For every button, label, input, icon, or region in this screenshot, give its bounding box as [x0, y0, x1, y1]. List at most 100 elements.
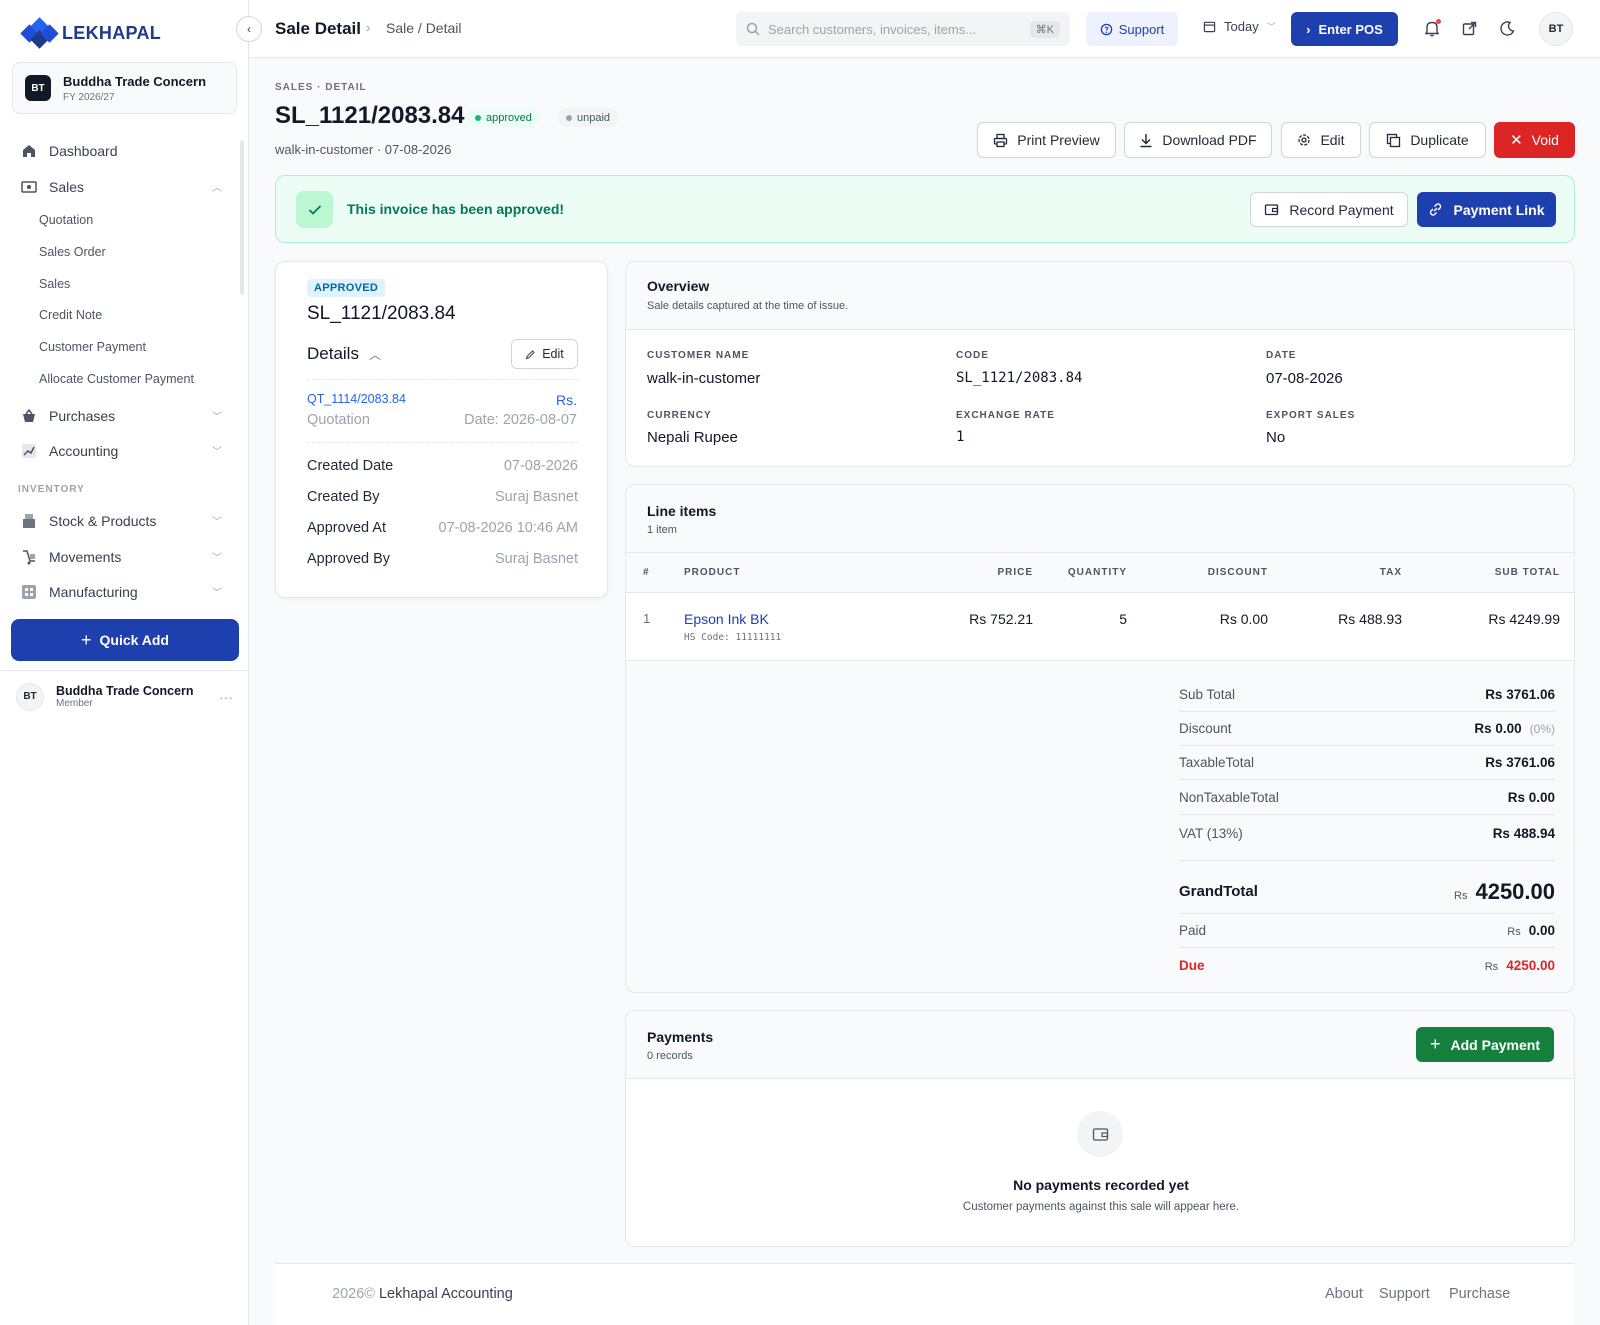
shortcut-hint: ⌘K	[1029, 20, 1060, 38]
sidebar-item-label: Purchases	[49, 407, 116, 424]
totals-label: NonTaxableTotal	[1179, 790, 1279, 805]
support-button[interactable]: Support	[1086, 12, 1178, 46]
sidebar-item-sales[interactable]: Sales ︿	[20, 178, 222, 195]
column-header: QUANTITY	[1067, 567, 1127, 578]
sidebar-item-dashboard[interactable]: Dashboard	[20, 142, 220, 159]
moon-icon[interactable]	[1497, 18, 1517, 38]
breadcrumb[interactable]: Sale / Detail	[386, 20, 461, 36]
price-cell: Rs 752.21	[969, 611, 1033, 627]
download-pdf-button[interactable]: Download PDF	[1124, 122, 1272, 158]
chart-icon	[20, 442, 37, 459]
approval-banner: This invoice has been approved! Record P…	[275, 175, 1575, 243]
details-toggle[interactable]: Details ︿	[307, 344, 381, 364]
date-filter[interactable]: Today ﹀	[1203, 19, 1276, 34]
logo-icon	[20, 17, 59, 49]
sidebar-subitem-quotation[interactable]: Quotation	[39, 213, 93, 227]
column-header: PRODUCT	[684, 567, 741, 578]
totals-value: Rs 3761.06	[1485, 755, 1555, 770]
quotation-link[interactable]: QT_1114/2083.84	[307, 392, 406, 406]
due-value: 4250.00	[1506, 957, 1555, 973]
totals-sub-total: Sub Total Rs 3761.06	[1179, 678, 1555, 712]
truck-icon	[20, 548, 37, 565]
search-input[interactable]: Search customers, invoices, items... ⌘K	[736, 12, 1070, 46]
totals-due: Due Rs 4250.00	[1179, 948, 1555, 982]
empty-state-title: No payments recorded yet	[1013, 1177, 1189, 1193]
bell-icon[interactable]	[1422, 18, 1442, 38]
date-filter-label: Today	[1224, 19, 1259, 34]
detail-row-approved-by: Approved By Suraj Basnet	[307, 551, 578, 567]
notification-dot	[1436, 19, 1441, 24]
chevron-up-icon: ︿	[212, 183, 222, 194]
org-fiscal-year: FY 2026/27	[63, 91, 115, 103]
app-logo[interactable]: LEKHAPAL	[20, 17, 162, 49]
field-label: CODE	[956, 350, 989, 361]
chevron-down-icon: ﹀	[212, 553, 222, 564]
download-pdf-label: Download PDF	[1162, 132, 1257, 148]
user-name: Buddha Trade Concern	[56, 684, 194, 698]
search-icon	[746, 22, 760, 36]
external-link-icon[interactable]	[1459, 18, 1479, 38]
card-header: Line items 1 item	[626, 485, 1574, 553]
sidebar-item-manufacturing[interactable]: Manufacturing ﹀	[20, 583, 222, 600]
search-placeholder: Search customers, invoices, items...	[768, 21, 977, 37]
totals-value: Rs 0.00	[1507, 790, 1555, 805]
record-payment-label: Record Payment	[1289, 201, 1394, 218]
sidebar-subitem-sales-order[interactable]: Sales Order	[39, 245, 106, 259]
duplicate-button[interactable]: Duplicate	[1369, 122, 1486, 158]
sidebar-subitem-allocate-payment[interactable]: Allocate Customer Payment	[39, 372, 194, 386]
ref-currency: Rs.	[556, 392, 577, 408]
footer-link-about[interactable]: About	[1325, 1286, 1363, 1302]
user-menu[interactable]: BT Buddha Trade Concern Member ···	[0, 670, 249, 722]
document-subtitle: walk-in-customer · 07-08-2026	[275, 142, 452, 157]
void-button[interactable]: ✕ Void	[1494, 122, 1575, 158]
detail-value: 07-08-2026	[503, 458, 578, 474]
avatar[interactable]: BT	[1539, 12, 1573, 46]
details-edit-button[interactable]: Edit	[511, 339, 578, 369]
totals-paid: Paid Rs 0.00	[1179, 914, 1555, 948]
download-icon	[1139, 133, 1153, 148]
app-name: LEKHAPAL	[62, 22, 162, 43]
edit-button[interactable]: Edit	[1281, 122, 1361, 158]
enter-pos-button[interactable]: › Enter POS	[1291, 12, 1398, 46]
pencil-icon	[525, 349, 536, 360]
product-link[interactable]: Epson Ink BK	[684, 611, 769, 627]
collapse-sidebar-button[interactable]: ‹	[236, 16, 262, 42]
card-title: Line items	[647, 503, 717, 519]
discount-percent: (0%)	[1529, 722, 1555, 736]
sidebar-subitem-sales[interactable]: Sales	[39, 277, 70, 291]
org-switcher[interactable]: BT Buddha Trade Concern FY 2026/27	[12, 62, 237, 114]
detail-row-created-date: Created Date 07-08-2026	[307, 458, 578, 474]
status-badge-label: approved	[486, 111, 532, 124]
card-subtitle: Sale details captured at the time of iss…	[647, 300, 849, 312]
sidebar-subitem-customer-payment[interactable]: Customer Payment	[39, 340, 146, 354]
detail-value: 07-08-2026 10:46 AM	[438, 520, 578, 536]
sidebar-subitem-credit-note[interactable]: Credit Note	[39, 308, 102, 322]
record-payment-button[interactable]: Record Payment	[1250, 192, 1408, 227]
sidebar-item-movements[interactable]: Movements ﹀	[20, 548, 222, 565]
sidebar-scrollbar[interactable]	[240, 140, 244, 295]
payment-link-label: Payment Link	[1453, 201, 1545, 218]
sidebar-item-purchases[interactable]: Purchases ﹀	[20, 407, 222, 424]
sidebar-item-label: Movements	[49, 548, 122, 565]
totals-discount: Discount Rs 0.00 (0%)	[1179, 712, 1555, 746]
quick-add-button[interactable]: + Quick Add	[11, 619, 239, 661]
footer-link-purchase[interactable]: Purchase	[1449, 1286, 1510, 1302]
footer-link-support[interactable]: Support	[1379, 1286, 1430, 1302]
detail-label: Approved By	[307, 551, 391, 567]
close-icon: ✕	[1510, 132, 1523, 149]
sidebar-item-accounting[interactable]: Accounting ﹀	[20, 442, 222, 459]
field-exchange-rate: 1	[956, 429, 965, 445]
sidebar-item-label: Accounting	[49, 442, 119, 459]
add-payment-button[interactable]: + Add Payment	[1416, 1027, 1554, 1062]
field-label: DATE	[1266, 350, 1297, 361]
sidebar-item-stock[interactable]: Stock & Products ﹀	[20, 512, 222, 529]
topbar: Sale Detail › Sale / Detail Search custo…	[249, 0, 1600, 58]
more-icon[interactable]: ···	[219, 689, 233, 705]
print-preview-button[interactable]: Print Preview	[977, 122, 1116, 158]
details-edit-label: Edit	[542, 347, 564, 361]
totals-value: Rs 3761.06	[1485, 687, 1555, 702]
line-items-card: Line items 1 item # PRODUCT PRICE QUANTI…	[625, 484, 1575, 993]
chevron-down-icon: ﹀	[1266, 22, 1276, 32]
status-dot	[475, 114, 481, 121]
payment-link-button[interactable]: Payment Link	[1417, 192, 1556, 227]
